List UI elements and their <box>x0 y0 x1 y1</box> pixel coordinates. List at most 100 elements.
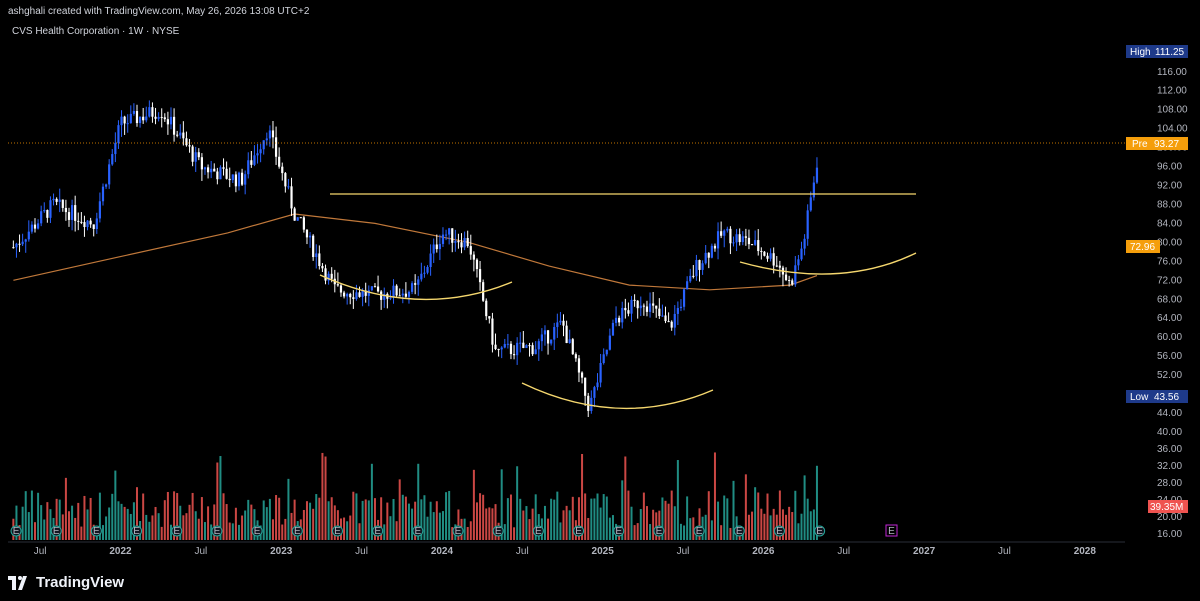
candle-body <box>565 325 568 343</box>
volume-bar <box>275 495 278 540</box>
price-tick-label: 16.00 <box>1157 529 1182 540</box>
candle-body <box>803 238 806 249</box>
candle-body <box>809 197 812 211</box>
candle-body <box>531 345 534 355</box>
candle-body <box>414 283 417 285</box>
earnings-marker-label: E <box>334 526 341 537</box>
candle-body <box>720 231 723 236</box>
time-tick-label: Jul <box>194 546 207 557</box>
time-tick-label: Jul <box>34 546 47 557</box>
volume-bar <box>463 518 466 540</box>
candle-body <box>580 372 584 378</box>
candle-body <box>723 230 726 236</box>
candle-body <box>250 160 253 165</box>
candle-body <box>794 265 797 285</box>
candle-body <box>590 397 593 411</box>
volume-bar <box>503 524 506 540</box>
candle-body <box>775 265 778 267</box>
candle-body <box>117 125 120 144</box>
volume-bar <box>689 518 692 540</box>
tradingview-logo[interactable]: TradingView <box>8 574 124 591</box>
volume-bar <box>182 515 185 540</box>
volume-bar <box>445 492 448 540</box>
candle-body <box>500 347 503 350</box>
volume-bar <box>571 496 574 540</box>
volume-bar <box>729 527 732 540</box>
volume-bar <box>364 499 367 540</box>
candle-body <box>336 284 339 286</box>
candle-body <box>772 253 775 266</box>
volume-bar <box>664 500 667 540</box>
volume-bar <box>556 491 559 540</box>
candle-body <box>441 234 445 244</box>
volume-bar <box>791 512 794 540</box>
volume-bar <box>760 508 763 540</box>
candle-body <box>605 349 608 355</box>
volume-bar <box>479 493 482 540</box>
volume-bar <box>77 502 80 540</box>
volume-bar <box>392 498 395 540</box>
svg-text:72.96: 72.96 <box>1130 242 1155 253</box>
candle-body <box>43 210 46 212</box>
candle-body <box>95 218 98 230</box>
volume-bar <box>367 500 370 540</box>
volume-bar <box>676 460 679 540</box>
candle-body <box>543 330 547 335</box>
volume-bar <box>222 493 225 540</box>
volume-bar <box>114 470 117 540</box>
volume-bar <box>83 495 86 540</box>
candle-body <box>324 268 327 281</box>
volume-bar <box>584 493 587 540</box>
head-arc <box>521 382 714 410</box>
candle-body <box>376 286 380 292</box>
earnings-marker-label: E <box>294 526 301 537</box>
volume-bar <box>49 509 52 540</box>
volume-bar <box>33 522 36 540</box>
volume-bar <box>763 513 766 540</box>
svg-text:43.56: 43.56 <box>1154 392 1179 403</box>
candle-body <box>744 236 747 238</box>
candle-body <box>108 164 111 185</box>
price-tick-label: 72.00 <box>1157 275 1182 286</box>
candle-body <box>188 145 191 147</box>
earnings-marker-label: E <box>133 526 140 537</box>
candle-body <box>123 116 126 124</box>
price-chart[interactable]: 116.00112.00108.00104.00100.0096.0092.00… <box>0 0 1200 566</box>
candle-body <box>77 220 80 222</box>
volume-bar <box>590 498 593 540</box>
candle-body <box>652 303 655 306</box>
volume-bar <box>516 466 519 540</box>
price-tick-label: 64.00 <box>1157 313 1182 324</box>
candle-body <box>574 354 577 359</box>
volume-bar <box>191 492 194 540</box>
volume-bar <box>157 513 160 540</box>
volume-bar <box>686 496 689 540</box>
candle-body <box>61 199 64 208</box>
volume-bar <box>543 505 546 540</box>
candle-body <box>636 300 639 309</box>
candle-body <box>244 174 247 185</box>
candle-body <box>658 308 661 317</box>
volume-bar <box>142 493 145 540</box>
candle-body <box>735 234 738 243</box>
volume-bar <box>346 521 349 540</box>
candle-body <box>432 244 435 254</box>
candle-body <box>240 172 244 185</box>
volume-bar <box>565 505 568 540</box>
candle-body <box>611 322 615 336</box>
candle-body <box>80 221 83 223</box>
volume-bar <box>673 506 676 540</box>
price-tick-label: 108.00 <box>1157 105 1188 116</box>
candle-body <box>466 238 469 247</box>
volume-bar <box>123 506 126 540</box>
candle-body <box>262 140 265 150</box>
candle-body <box>299 217 302 219</box>
volume-bar <box>321 452 324 540</box>
volume-bar <box>562 510 565 540</box>
volume-bar <box>485 508 488 540</box>
price-tick-label: 56.00 <box>1157 351 1182 362</box>
candle-body <box>593 387 596 398</box>
volume-bar <box>309 502 312 540</box>
candle-body <box>426 267 429 273</box>
candle-body <box>522 342 525 348</box>
